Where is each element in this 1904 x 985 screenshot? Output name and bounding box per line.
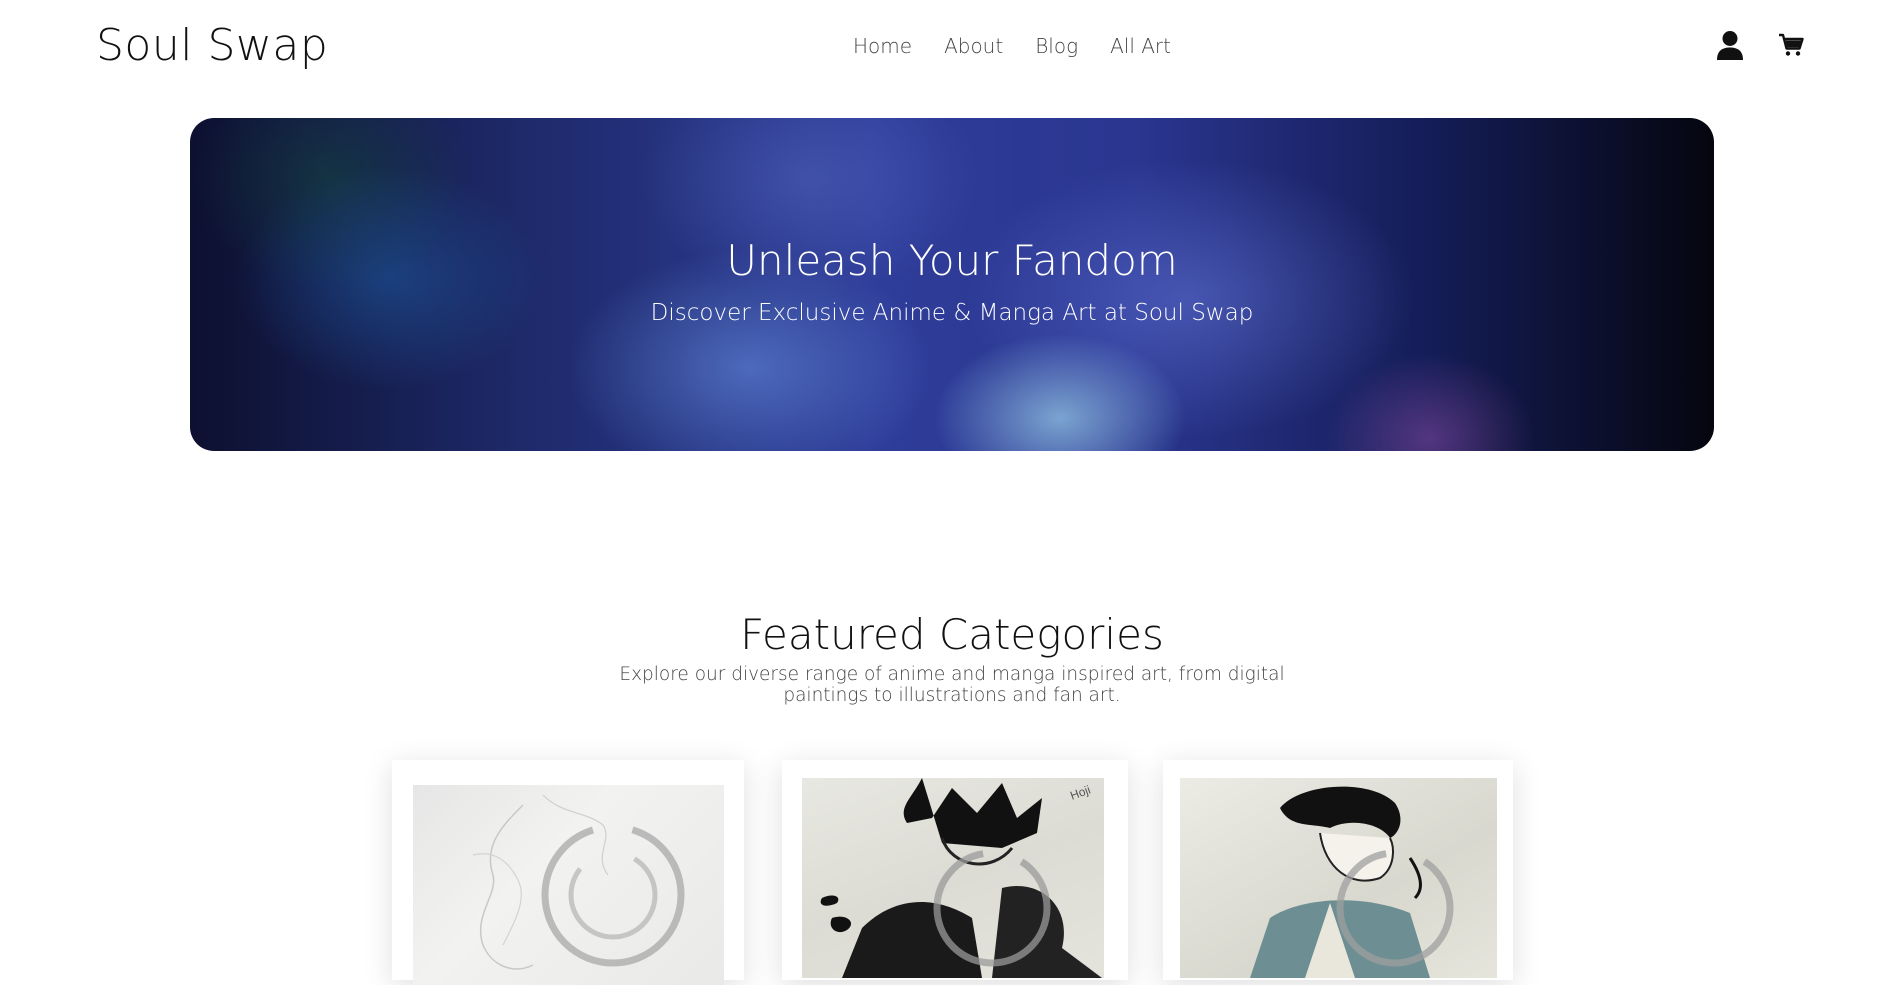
featured-description: Explore our diverse range of anime and m…	[619, 664, 1285, 706]
nav-home[interactable]: Home	[853, 34, 912, 58]
main-nav: Home About Blog All Art	[853, 34, 1171, 58]
category-card[interactable]: Hoji	[782, 760, 1128, 980]
category-card[interactable]	[392, 760, 744, 985]
category-image-sketch	[413, 785, 724, 985]
site-logo[interactable]: Soul Swap	[96, 20, 328, 71]
hero-title: Unleash Your Fandom	[726, 236, 1178, 285]
header-actions	[1716, 30, 1804, 60]
hero-banner: Unleash Your Fandom Discover Exclusive A…	[190, 118, 1714, 451]
svg-text:Hoji: Hoji	[1068, 783, 1092, 803]
category-card[interactable]	[1163, 760, 1513, 980]
user-icon[interactable]	[1716, 30, 1744, 60]
site-header: Soul Swap Home About Blog All Art	[0, 0, 1904, 96]
hero-subtitle: Discover Exclusive Anime & Manga Art at …	[650, 300, 1254, 326]
nav-all-art[interactable]: All Art	[1110, 34, 1171, 58]
nav-about[interactable]: About	[944, 34, 1003, 58]
category-image-manga: Hoji	[802, 778, 1104, 978]
nav-blog[interactable]: Blog	[1035, 34, 1078, 58]
category-image-manga-colored	[1180, 778, 1497, 978]
cart-icon[interactable]	[1778, 33, 1804, 57]
featured-title: Featured Categories	[740, 610, 1164, 659]
